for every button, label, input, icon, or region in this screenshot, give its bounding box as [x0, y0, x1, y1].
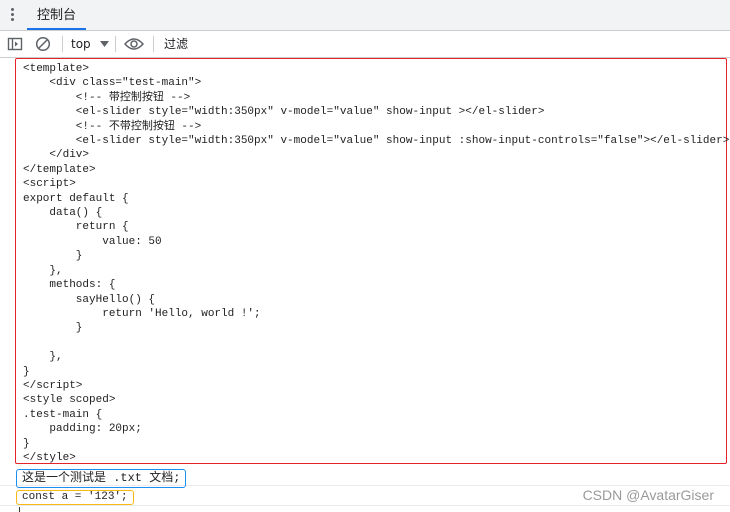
dropdown-arrow-icon	[99, 41, 109, 47]
tab-console[interactable]: 控制台	[27, 0, 87, 30]
console-message-text: 这是一个测试是 .txt 文档;	[16, 469, 187, 488]
sidebar-toggle-icon[interactable]	[7, 31, 23, 57]
console-prompt-cursor[interactable]	[19, 507, 20, 512]
clear-console-icon[interactable]	[35, 31, 51, 57]
console-toolbar: top 过滤	[0, 31, 730, 58]
devtools-tabbar: 控制台	[0, 0, 730, 31]
context-selector[interactable]: top	[71, 31, 109, 57]
console-message-const: const a = '123';	[16, 490, 134, 505]
divider	[153, 36, 154, 52]
watermark: CSDN @AvatarGiser	[582, 487, 714, 503]
console-message-code: <template> <div class="test-main"> <!-- …	[15, 58, 730, 464]
divider	[115, 36, 116, 52]
more-vert-icon[interactable]	[11, 8, 15, 22]
code-text: <template> <div class="test-main"> <!-- …	[23, 63, 730, 464]
divider	[62, 36, 63, 52]
eye-icon[interactable]	[124, 31, 144, 57]
context-label: top	[71, 37, 91, 51]
filter-input[interactable]: 过滤	[160, 33, 730, 55]
